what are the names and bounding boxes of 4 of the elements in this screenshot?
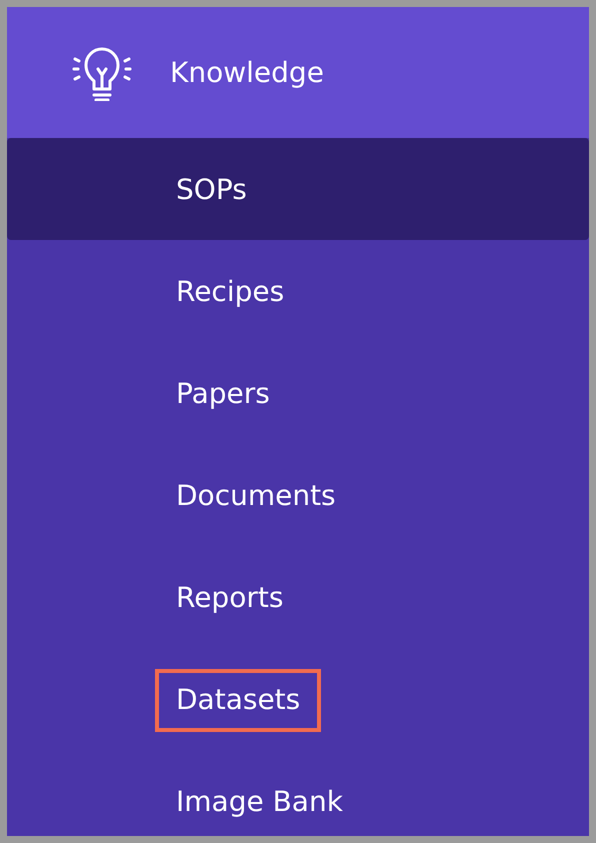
section-header[interactable]: Knowledge <box>7 7 589 138</box>
menu-item[interactable]: SOPs <box>7 138 589 240</box>
lightbulb-icon <box>72 44 132 100</box>
section-title: Knowledge <box>170 56 324 89</box>
